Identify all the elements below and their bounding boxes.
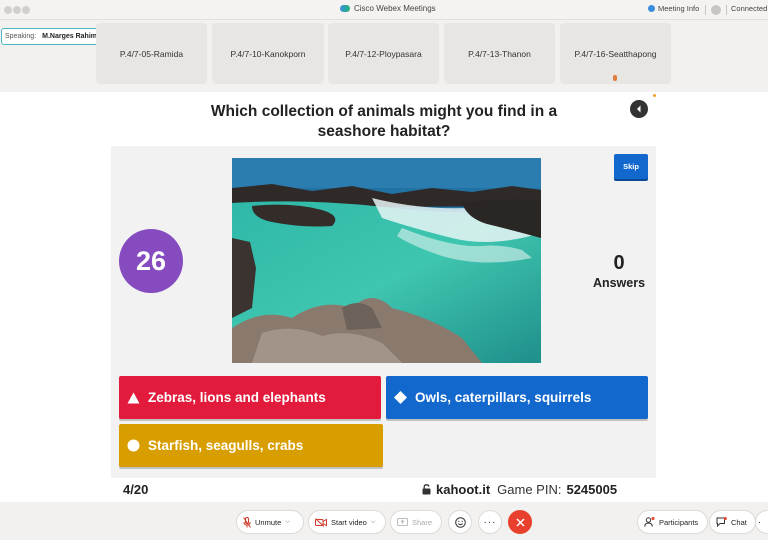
- window-title-text: Cisco Webex Meetings: [354, 4, 436, 13]
- game-pin-label: Game PIN:: [497, 482, 562, 497]
- question-progress: 4/20: [123, 482, 149, 497]
- question-text: Which collection of animals might you fi…: [210, 103, 558, 140]
- chevron-down-icon[interactable]: ⌵: [371, 519, 376, 526]
- skip-button[interactable]: Skip: [614, 154, 648, 179]
- sound-toggle-button[interactable]: [630, 100, 648, 118]
- divider: [726, 5, 727, 15]
- more-icon: ···: [483, 516, 497, 528]
- participant-name: P.4/7-13-Thanon: [468, 48, 531, 59]
- close-icon: [515, 517, 525, 527]
- start-video-label: Start video: [331, 517, 367, 527]
- share-icon: [397, 517, 408, 526]
- circle-icon: [127, 439, 140, 452]
- muted-mic-icon: [243, 516, 251, 528]
- close-window-button[interactable]: [4, 6, 12, 14]
- chat-label: Chat: [731, 517, 747, 527]
- zoom-window-button[interactable]: [22, 6, 30, 14]
- participants-icon: [644, 517, 655, 527]
- answers-count: 0: [613, 252, 625, 274]
- divider: [705, 5, 706, 15]
- participants-label: Participants: [659, 517, 699, 527]
- start-video-button[interactable]: Start video ⌵: [308, 510, 386, 534]
- participants-button[interactable]: Participants: [637, 510, 708, 534]
- chevron-down-icon[interactable]: ⌵: [285, 519, 290, 526]
- speaking-label: Speaking:: [5, 33, 37, 40]
- more-icon: ·: [758, 517, 761, 527]
- connection-status: Connected: [731, 4, 768, 13]
- reactions-button[interactable]: [448, 510, 472, 534]
- share-button[interactable]: Share: [390, 510, 442, 534]
- game-pin-bar: kahoot.it Game PIN: 5245005: [422, 482, 617, 497]
- meeting-info-label: Meeting Info: [658, 4, 700, 13]
- meeting-info-button[interactable]: Meeting Info: [648, 4, 699, 13]
- speaker-icon: [637, 105, 641, 113]
- participant-tile[interactable]: P.4/7-12-Ploypasara: [328, 23, 439, 84]
- share-label: Share: [412, 517, 433, 527]
- countdown-timer: 26: [119, 229, 183, 293]
- more-options-button[interactable]: ···: [478, 510, 502, 534]
- participant-name: P.4/7-16-Seatthapong: [574, 48, 657, 59]
- answer-text: Owls, caterpillars, squirrels: [415, 390, 592, 405]
- participant-name: P.4/7-12-Ploypasara: [345, 48, 422, 59]
- minimize-window-button[interactable]: [13, 6, 21, 14]
- mic-activity-icon: [613, 75, 617, 81]
- seashore-image: [232, 158, 541, 363]
- info-icon: [648, 5, 655, 12]
- leave-meeting-button[interactable]: [508, 510, 532, 534]
- smiley-icon: [454, 516, 466, 528]
- participant-name: P.4/7-05-Ramida: [119, 48, 184, 59]
- diamond-icon: [394, 391, 407, 404]
- chat-button[interactable]: Chat: [709, 510, 756, 534]
- connection-icon: [711, 5, 721, 15]
- participant-tile[interactable]: P.4/7-05-Ramida: [96, 23, 207, 84]
- kahoot-site: kahoot.it: [436, 482, 491, 497]
- answer-text: Starfish, seagulls, crabs: [148, 438, 304, 453]
- participant-tile[interactable]: P.4/7-10-Kanokporn: [212, 23, 324, 84]
- webex-logo-icon: [340, 5, 350, 12]
- unmute-label: Unmute: [255, 517, 282, 527]
- answer-option-yellow[interactable]: Starfish, seagulls, crabs: [119, 424, 383, 467]
- more-panels-button[interactable]: ·: [755, 510, 768, 534]
- participant-tile[interactable]: P.4/7-13-Thanon: [444, 23, 555, 84]
- participant-name: P.4/7-10-Kanokporn: [230, 48, 306, 59]
- triangle-icon: [127, 391, 140, 404]
- unmute-button[interactable]: Unmute ⌵: [236, 510, 304, 534]
- video-off-icon: [315, 517, 327, 527]
- unlock-icon[interactable]: [422, 484, 431, 495]
- answers-label: Answers: [592, 276, 646, 290]
- notification-dot: [653, 94, 656, 97]
- answer-option-blue[interactable]: Owls, caterpillars, squirrels: [386, 376, 648, 419]
- answer-text: Zebras, lions and elephants: [148, 390, 326, 405]
- chat-icon: [716, 517, 727, 527]
- answer-option-red[interactable]: Zebras, lions and elephants: [119, 376, 381, 419]
- window-title-bar: Cisco Webex Meetings Meeting Info Connec…: [0, 0, 768, 20]
- window-title: Cisco Webex Meetings: [340, 4, 436, 13]
- game-pin-value: 5245005: [566, 482, 618, 497]
